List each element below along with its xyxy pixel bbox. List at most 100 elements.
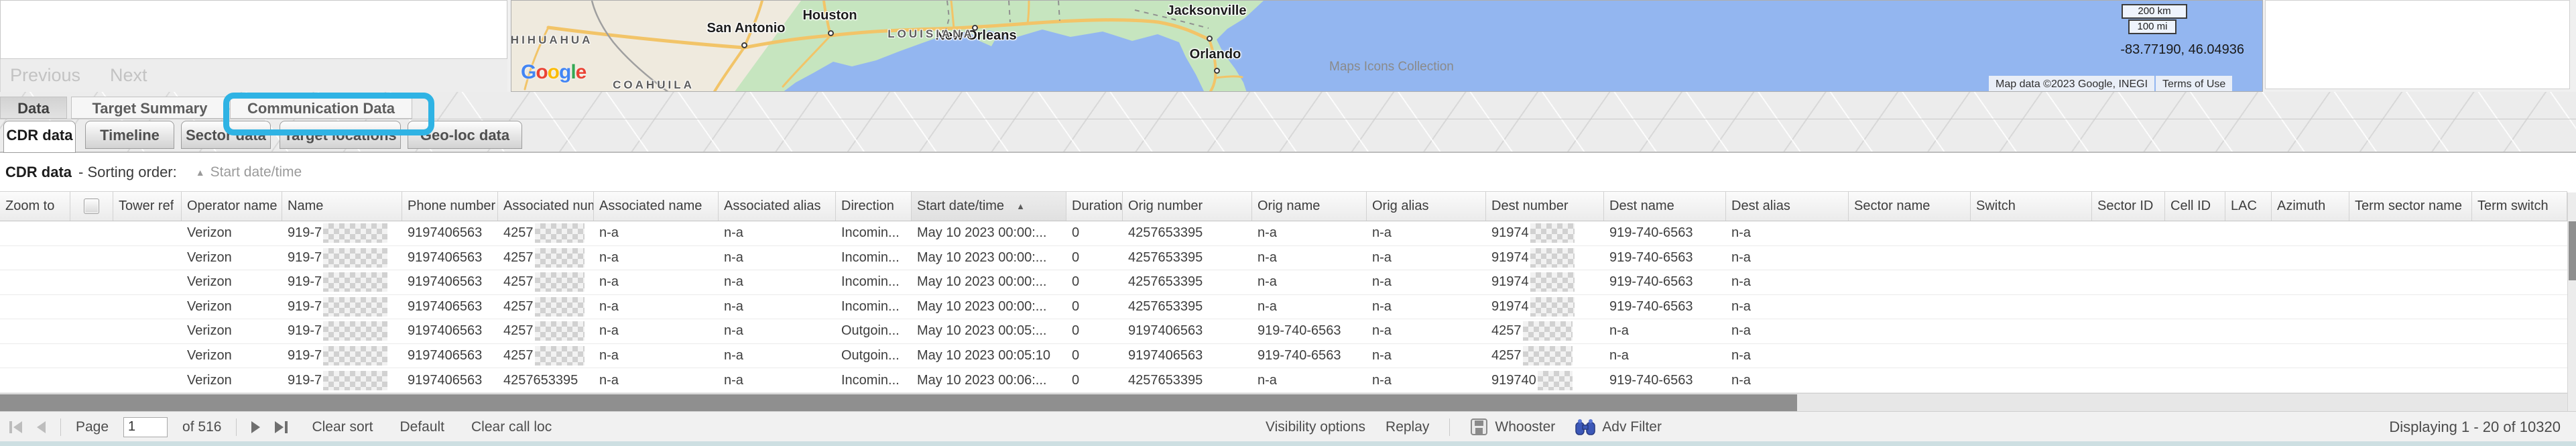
- column-header-tower_ref[interactable]: Tower ref: [113, 192, 182, 221]
- cell-term_sector_name: [2349, 221, 2472, 245]
- cell-assoc_number: 4257: [498, 295, 594, 319]
- map-marker-san-antonio[interactable]: [741, 42, 747, 48]
- google-logo[interactable]: Google: [521, 61, 586, 84]
- cell-assoc_name: n-a: [594, 246, 719, 270]
- default-button[interactable]: Default: [400, 419, 444, 435]
- column-header-start[interactable]: Start date/time▲: [912, 192, 1066, 221]
- column-header-assoc_number[interactable]: Associated number: [498, 192, 594, 221]
- cell-dest_number: 91974: [1486, 221, 1604, 245]
- cell-assoc_alias: n-a: [719, 344, 836, 368]
- column-header-term_switch[interactable]: Term switch: [2472, 192, 2567, 221]
- page-input[interactable]: [123, 417, 168, 437]
- table-body: Verizon919-791974065634257n-an-aIncomin.…: [0, 221, 2576, 393]
- column-header-cell_id[interactable]: Cell ID: [2165, 192, 2225, 221]
- table-row[interactable]: Verizon919-791974065634257n-an-aIncomin.…: [0, 246, 2576, 271]
- column-header-select[interactable]: [70, 192, 113, 221]
- cell-term_switch: [2472, 344, 2567, 368]
- cell-operator: Verizon: [182, 246, 282, 270]
- column-header-switch[interactable]: Switch: [1971, 192, 2092, 221]
- cell-start: May 10 2023 00:06:...: [912, 368, 1066, 392]
- column-header-azimuth[interactable]: Azimuth: [2272, 192, 2349, 221]
- map-marker-houston[interactable]: [828, 30, 834, 36]
- column-header-dest_alias[interactable]: Dest alias: [1726, 192, 1849, 221]
- cell-azimuth: [2272, 246, 2349, 270]
- cell-term_sector_name: [2349, 295, 2472, 319]
- cell-sector_id: [2092, 344, 2165, 368]
- clear-call-loc-button[interactable]: Clear call loc: [471, 419, 552, 435]
- column-header-operator[interactable]: Operator name: [182, 192, 282, 221]
- table-row[interactable]: Verizon919-791974065634257n-an-aIncomin.…: [0, 270, 2576, 295]
- adv-filter-button[interactable]: Adv Filter: [1575, 419, 1662, 436]
- last-page-icon: [275, 421, 284, 433]
- table-row[interactable]: Verizon919-791974065634257n-an-aOutgoin.…: [0, 344, 2576, 369]
- cell-azimuth: [2272, 344, 2349, 368]
- cell-duration: 0: [1066, 295, 1123, 319]
- vertical-scrollbar-thumb[interactable]: [2569, 221, 2576, 280]
- cell-orig_alias: n-a: [1367, 295, 1486, 319]
- table-row[interactable]: Verizon919-791974065634257653395n-an-aIn…: [0, 368, 2576, 393]
- column-header-zoom_to[interactable]: Zoom to: [0, 192, 70, 221]
- column-header-duration[interactable]: Duration: [1066, 192, 1123, 221]
- column-header-sector_id[interactable]: Sector ID: [2092, 192, 2165, 221]
- whooster-button[interactable]: Whooster: [1470, 418, 1555, 436]
- cell-term_sector_name: [2349, 344, 2472, 368]
- disk-icon: [1470, 418, 1488, 436]
- subtab-cdr-data[interactable]: CDR data: [3, 121, 76, 153]
- cell-duration: 0: [1066, 246, 1123, 270]
- terms-of-use-link[interactable]: Terms of Use: [2156, 76, 2232, 92]
- visibility-options-button[interactable]: Visibility options: [1266, 419, 1365, 435]
- cell-azimuth: [2272, 319, 2349, 343]
- column-header-name[interactable]: Name: [282, 192, 402, 221]
- column-header-dest_name[interactable]: Dest name: [1604, 192, 1726, 221]
- cell-switch: [1971, 319, 2092, 343]
- table-row[interactable]: Verizon919-791974065634257n-an-aOutgoin.…: [0, 319, 2576, 344]
- first-page-button[interactable]: [9, 421, 22, 433]
- select-all-checkbox[interactable]: [84, 199, 99, 214]
- column-header-assoc_name[interactable]: Associated name: [594, 192, 719, 221]
- map-marker-jacksonville[interactable]: [1207, 36, 1213, 42]
- tab-target-summary[interactable]: Target Summary: [71, 97, 229, 119]
- previous-button[interactable]: Previous: [10, 65, 80, 86]
- cell-select: [70, 368, 113, 392]
- column-header-orig_number[interactable]: Orig number: [1123, 192, 1252, 221]
- replay-button[interactable]: Replay: [1386, 419, 1429, 435]
- map-viewport[interactable]: San AntonioHoustonNew OrleansJacksonvill…: [511, 0, 2263, 92]
- column-header-orig_alias[interactable]: Orig alias: [1367, 192, 1486, 221]
- cell-phone: 9197406563: [402, 344, 498, 368]
- column-header-sector_name[interactable]: Sector name: [1849, 192, 1971, 221]
- column-header-orig_name[interactable]: Orig name: [1252, 192, 1367, 221]
- column-header-term_sector_name[interactable]: Term sector name: [2349, 192, 2472, 221]
- cell-direction: Incomin...: [836, 246, 912, 270]
- column-header-phone[interactable]: Phone number: [402, 192, 498, 221]
- horizontal-scrollbar[interactable]: [0, 393, 2576, 411]
- cell-orig_number: 4257653395: [1123, 295, 1252, 319]
- cell-assoc_number: 4257: [498, 270, 594, 294]
- table-header-row: Zoom to Tower refOperator nameNamePhone n…: [0, 191, 2567, 221]
- column-header-direction[interactable]: Direction: [836, 192, 912, 221]
- redacted-pixelation: [323, 272, 387, 292]
- subtab-timeline[interactable]: Timeline: [85, 121, 174, 149]
- table-row[interactable]: Verizon919-791974065634257n-an-aIncomin.…: [0, 221, 2576, 246]
- cell-phone: 9197406563: [402, 295, 498, 319]
- cell-assoc_alias: n-a: [719, 221, 836, 245]
- next-button[interactable]: Next: [110, 65, 147, 86]
- previous-page-button[interactable]: [37, 421, 46, 433]
- tab-data[interactable]: Data: [0, 97, 67, 119]
- table-row[interactable]: Verizon919-791974065634257n-an-aIncomin.…: [0, 295, 2576, 320]
- cell-assoc_alias: n-a: [719, 270, 836, 294]
- map-marker-orlando[interactable]: [1214, 68, 1220, 74]
- column-header-assoc_alias[interactable]: Associated alias: [719, 192, 836, 221]
- redacted-pixelation: [323, 248, 387, 268]
- column-header-dest_number[interactable]: Dest number: [1486, 192, 1604, 221]
- next-page-button[interactable]: [251, 421, 260, 433]
- vertical-scrollbar[interactable]: [2567, 192, 2576, 411]
- horizontal-scrollbar-thumb[interactable]: [0, 394, 1797, 411]
- last-page-button[interactable]: [275, 421, 288, 433]
- cell-orig_number: 9197406563: [1123, 319, 1252, 343]
- cell-dest_number: 919740: [1486, 368, 1604, 392]
- clear-sort-button[interactable]: Clear sort: [312, 419, 373, 435]
- cell-name: 919-7: [282, 221, 402, 245]
- page-label: Page: [76, 419, 109, 435]
- cell-operator: Verizon: [182, 368, 282, 392]
- column-header-lac[interactable]: LAC: [2225, 192, 2272, 221]
